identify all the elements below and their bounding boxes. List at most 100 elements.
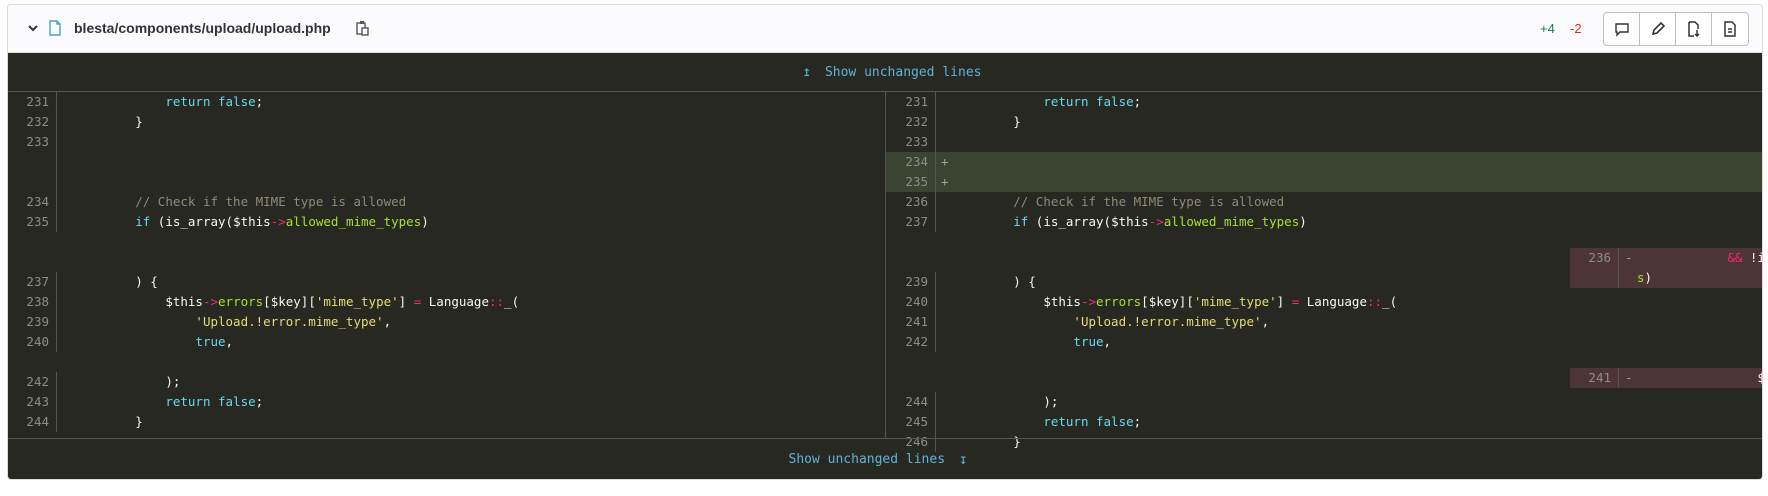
code-text: $this->errors[$key]['mime_type'] = Langu… <box>953 294 1398 309</box>
line-number[interactable]: 241 <box>886 312 936 332</box>
diff-line: 239 'Upload.!error.mime_type', <box>8 312 885 332</box>
diff-line: 244 ); <box>886 392 1762 412</box>
diff-line: 237 ) { <box>8 272 885 292</box>
diff-line: 245 return false; <box>886 412 1762 432</box>
diff-line: 233 <box>886 132 1762 152</box>
line-number[interactable]: 240 <box>8 332 57 352</box>
arrow-down-icon: ↧ <box>959 451 968 468</box>
line-number[interactable]: 239 <box>8 312 57 332</box>
line-number[interactable]: 237 <box>886 212 936 232</box>
line-number[interactable]: 240 <box>886 292 936 312</box>
code-text: if (is_array($this->allowed_mime_types) <box>1013 214 1307 229</box>
line-number[interactable]: 238 <box>8 292 57 312</box>
pencil-icon <box>1651 21 1665 36</box>
file-actions <box>1603 12 1749 46</box>
line-number[interactable]: 234 <box>8 192 57 212</box>
deletions-count: -2 <box>1570 21 1582 36</box>
code-text: } <box>953 114 1021 129</box>
code-text: 'Upload.!error.mime_type', <box>195 314 392 329</box>
diff-line: 232 } <box>8 112 885 132</box>
edit-button[interactable] <box>1640 13 1676 45</box>
diff-code: ↥ Show unchanged lines 231 return false;… <box>8 53 1762 479</box>
code-text: } <box>75 414 143 429</box>
line-number[interactable] <box>8 152 57 192</box>
code-text: // Check if the MIME type is allowed <box>953 194 1285 209</box>
code-text: return false; <box>1043 414 1142 429</box>
left-pane: 231 return false; 232 } 233 234 // Check if… <box>8 92 1762 438</box>
expander-label: Show unchanged lines <box>788 452 946 467</box>
file-icon <box>49 20 61 36</box>
right-pane: 231 return false; 232 } 233 234 +235 +236 // … <box>885 92 1762 452</box>
code-text: 'Upload.!error.mime_type', <box>1073 314 1270 329</box>
line-number[interactable]: 231 <box>8 92 57 112</box>
diff-gap-row <box>8 152 885 192</box>
code-text: ) { <box>75 274 158 289</box>
expander-label: Show unchanged lines <box>824 64 982 80</box>
code-text: return false; <box>165 94 264 109</box>
diff-line: 244 } <box>8 412 885 432</box>
added-marker: + <box>941 154 949 169</box>
view-file-icon <box>1687 21 1700 37</box>
diff-line: 235 + <box>886 172 1762 192</box>
diff-line: 240 $this->errors[$key]['mime_type'] = L… <box>886 292 1762 312</box>
code-text: // Check if the MIME type is allowed <box>75 194 407 209</box>
code-text: if (is_array($this->allowed_mime_types) <box>135 214 429 229</box>
expand-down-button[interactable]: Show unchanged lines ↧ <box>8 438 1762 479</box>
diff-line: 235 if (is_array($this->allowed_mime_typ… <box>8 212 885 232</box>
comment-button[interactable] <box>1604 13 1640 45</box>
diff-line: 238 $this->errors[$key]['mime_type'] = L… <box>8 292 885 312</box>
expand-up-button[interactable]: ↥ Show unchanged lines <box>8 53 1762 92</box>
line-number[interactable]: 242 <box>8 372 57 392</box>
diff-line: 234 + <box>886 152 1762 172</box>
diff-line: 232 } <box>886 112 1762 132</box>
additions-count: +4 <box>1540 21 1555 36</box>
code-text: $this->errors[$key]['mime_type'] = Langu… <box>75 294 520 309</box>
code-text: true, <box>195 334 234 349</box>
file-path[interactable]: blesta/components/upload/upload.php <box>74 20 331 36</box>
view-file-button[interactable] <box>1676 13 1712 45</box>
line-number[interactable]: 237 <box>8 272 57 292</box>
code-text: ) { <box>953 274 1036 289</box>
arrow-up-icon: ↥ <box>802 64 811 80</box>
code-text: return false; <box>1043 94 1142 109</box>
diff-line: 233 <box>8 132 885 152</box>
diff-line: 231 return false; <box>886 92 1762 112</box>
line-number[interactable]: 235 <box>8 212 57 232</box>
line-number[interactable]: 236 <box>886 192 936 212</box>
code-text: ); <box>953 394 1059 409</box>
line-number[interactable]: 243 <box>8 392 57 412</box>
diff-file: blesta/components/upload/upload.php +4 -… <box>7 4 1763 480</box>
line-number[interactable]: 234 <box>886 152 936 172</box>
diff-line: 240 true, <box>8 332 885 352</box>
diff-line: 239 ) { <box>886 272 1762 292</box>
code-text: true, <box>1073 334 1112 349</box>
line-number[interactable]: 239 <box>886 272 936 292</box>
line-number[interactable]: 232 <box>8 112 57 132</box>
raw-file-button[interactable] <box>1712 13 1748 45</box>
comment-icon <box>1614 23 1629 37</box>
diff-line: 242 ); <box>8 372 885 392</box>
diff-line: 237 if (is_array($this->allowed_mime_typ… <box>886 212 1762 232</box>
diff-line: 236 // Check if the MIME type is allowed <box>886 192 1762 212</box>
diff-line: 243 return false; <box>8 392 885 412</box>
line-number[interactable]: 245 <box>886 412 936 432</box>
diff-line: 234 // Check if the MIME type is allowed <box>8 192 885 212</box>
diff-line: 242 true, <box>886 332 1762 352</box>
code-text: return false; <box>165 394 264 409</box>
line-number[interactable]: 244 <box>8 412 57 432</box>
line-number[interactable]: 235 <box>886 172 936 192</box>
file-header: blesta/components/upload/upload.php +4 -… <box>8 5 1762 53</box>
chevron-down-icon[interactable] <box>26 21 40 35</box>
added-marker: + <box>941 174 949 189</box>
line-number[interactable]: 231 <box>886 92 936 112</box>
diff-line: 241 'Upload.!error.mime_type', <box>886 312 1762 332</box>
line-number[interactable]: 242 <box>886 332 936 352</box>
line-number[interactable]: 233 <box>8 132 57 152</box>
copy-path-icon[interactable] <box>355 20 369 36</box>
line-number[interactable]: 244 <box>886 392 936 412</box>
file-text-icon <box>1724 21 1736 37</box>
line-number[interactable]: 233 <box>886 132 936 152</box>
code-text: } <box>75 114 143 129</box>
line-number[interactable]: 232 <box>886 112 936 132</box>
code-text: ); <box>75 374 181 389</box>
